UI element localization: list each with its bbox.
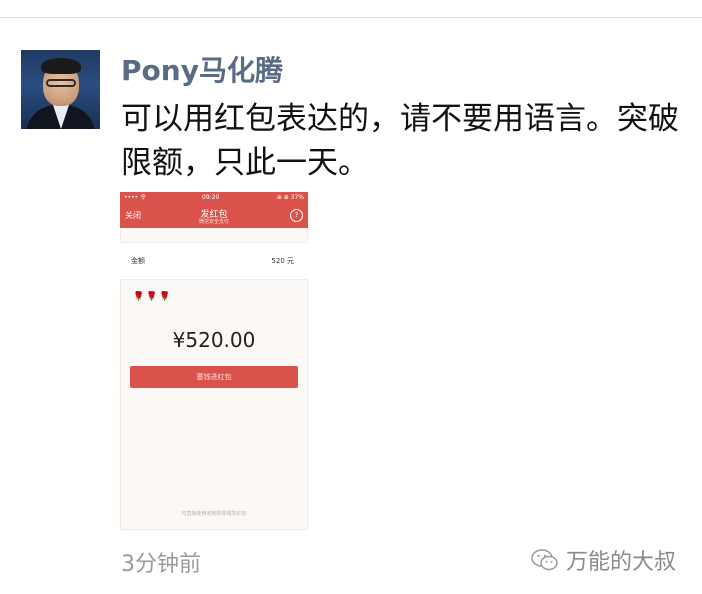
phone-nav-subtitle: 微信安全支付 (198, 219, 229, 225)
phone-amount-value: 520 元 (271, 257, 294, 265)
post-timestamp: 3分钟前 (121, 552, 201, 577)
phone-help-icon: ? (290, 209, 303, 222)
phone-time: 09:20 (202, 194, 220, 201)
phone-amount-row: 金额 520 元 (120, 242, 308, 280)
avatar[interactable] (21, 50, 100, 129)
post-username[interactable]: Pony马化腾 (121, 49, 283, 89)
phone-rose-emojis: 🌹🌹🌹 (133, 292, 173, 302)
phone-status-bar: •••• 令 09:20 ⊕ ⊕ 37% (120, 192, 308, 204)
wechat-icon (531, 549, 558, 571)
avatar-hair (41, 58, 81, 74)
phone-footnote: 可直接使用收到的零钱发红包 (181, 511, 247, 517)
post-image[interactable]: •••• 令 09:20 ⊕ ⊕ 37% 关闭 发红包 微信安全支付 ? 金额 … (120, 192, 308, 530)
top-divider (0, 17, 702, 18)
phone-battery: ⊕ ⊕ 37% (276, 194, 304, 201)
phone-amount-label: 金额 (131, 257, 145, 265)
watermark-text: 万能的大叔 (566, 550, 677, 575)
post-content: 可以用红包表达的，请不要用语言。突破限额，只此一天。 (121, 101, 679, 181)
avatar-glasses (46, 79, 76, 87)
phone-big-amount: ¥520.00 (172, 328, 256, 352)
phone-send-button: 塞钱进红包 (130, 366, 298, 388)
phone-signal: •••• 令 (124, 194, 147, 201)
watermark: 万能的大叔 (530, 543, 676, 577)
phone-nav-bar: 关闭 发红包 微信安全支付 ? (120, 204, 308, 228)
